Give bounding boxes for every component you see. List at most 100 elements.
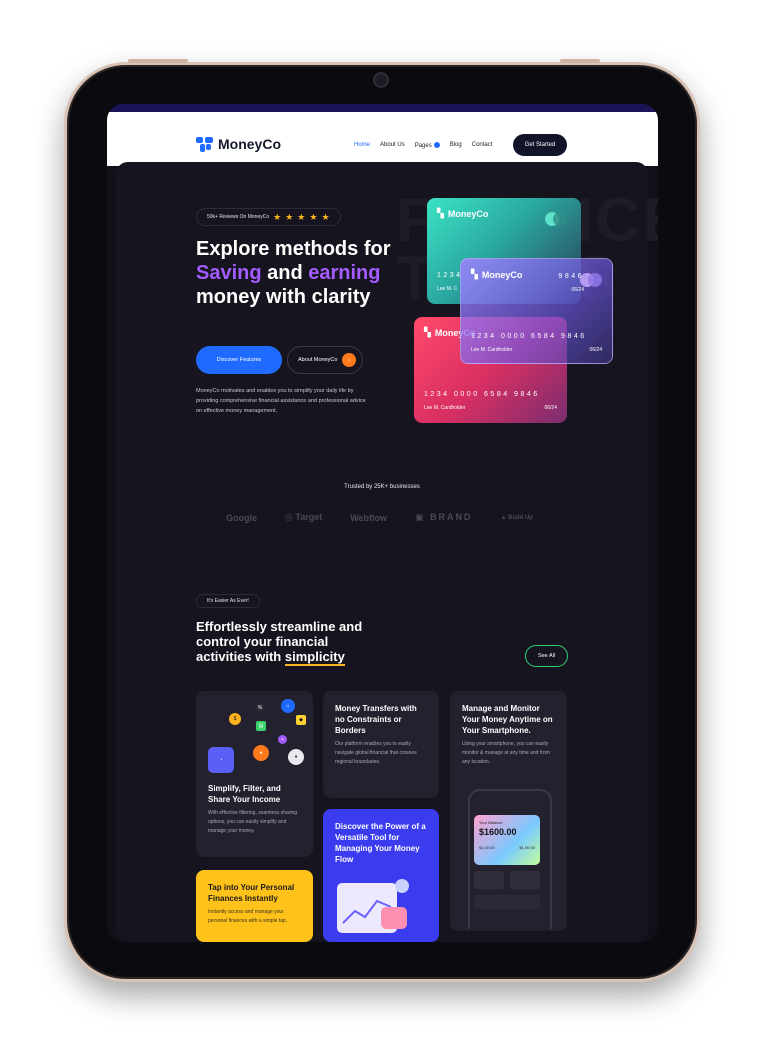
card-number: 1234 0000 6584 9846 bbox=[471, 333, 587, 340]
hero-section: FINANCE TOOLS 50k+ Reviews On MoneyCo ★ … bbox=[116, 162, 658, 942]
nav-item-blog[interactable]: Blog bbox=[450, 142, 462, 149]
google-logo: Google bbox=[226, 512, 257, 523]
buildup-logo-text: Build Up bbox=[508, 514, 533, 521]
card-holder: Lee M. C bbox=[437, 286, 458, 292]
card-number: 1234 bbox=[437, 272, 463, 279]
feature-card-smartphone[interactable]: Manage and Monitor Your Money Anytime on… bbox=[450, 691, 567, 931]
partner-logos: Google ◎ Target Webflow ▣ BRAND ▲ Build … bbox=[226, 512, 533, 523]
section-badge: It's Easier As Ever! bbox=[196, 594, 260, 608]
screen: MoneyCo Home About Us Pages Blog Contact… bbox=[107, 104, 658, 942]
card-expiry: 06/24 bbox=[589, 347, 602, 353]
navbar: MoneyCo Home About Us Pages Blog Contact… bbox=[107, 112, 658, 166]
brand-logo-partner: ▣ BRAND bbox=[415, 512, 473, 522]
star-icon: ★ bbox=[321, 211, 330, 222]
credit-card-purple: ▚ MoneyCo 9846 06/24 1234 0000 6584 9846 … bbox=[460, 258, 613, 364]
tag-icon: ◆ bbox=[296, 715, 306, 725]
headline-highlight: Saving bbox=[196, 262, 262, 284]
card-network-icon bbox=[588, 273, 602, 287]
phone-widget bbox=[510, 871, 540, 889]
document-icon: ▤ bbox=[256, 721, 266, 731]
feature-title: Discover the Power of a Versatile Tool f… bbox=[335, 822, 426, 864]
get-started-button[interactable]: Get Started bbox=[513, 134, 567, 156]
hero-description: MoneyCo motivates and enables you to sim… bbox=[196, 388, 366, 414]
target-logo-text: Target bbox=[295, 512, 323, 522]
trusted-label: Trusted by 25K+ businesses bbox=[344, 484, 420, 490]
card-expiry: 06/24 bbox=[544, 405, 557, 411]
feature-text: Instantly access and manage your persona… bbox=[208, 909, 288, 924]
moneyco-logo-icon bbox=[196, 136, 213, 152]
nav-item-contact[interactable]: Contact bbox=[472, 142, 493, 149]
feature-title: Tap into Your Personal Finances Instantl… bbox=[208, 883, 295, 903]
power-button bbox=[560, 59, 600, 63]
headline-part: money with clarity bbox=[196, 286, 371, 308]
top-strip bbox=[107, 104, 658, 112]
balance-card: Your Balance $1600.00 $1,00.00 $1,00.00 bbox=[474, 815, 540, 865]
camera-icon bbox=[373, 72, 389, 88]
star-icon: ★ bbox=[297, 211, 306, 222]
card-holder: Lee M. Cardholder bbox=[471, 347, 513, 353]
dot-icon: • bbox=[278, 735, 287, 744]
see-all-button[interactable]: See All bbox=[525, 645, 568, 667]
nav-item-home[interactable]: Home bbox=[354, 142, 370, 149]
balance-flows: $1,00.00 $1,00.00 bbox=[479, 845, 535, 850]
chevron-down-icon bbox=[433, 142, 440, 148]
brand-name: MoneyCo bbox=[218, 136, 281, 152]
section-title-highlight: simplicity bbox=[284, 649, 345, 666]
card-expiry: 06/24 bbox=[571, 287, 584, 293]
feature-title: Simplify, Filter, and Share Your Income bbox=[208, 784, 281, 804]
nav-menu: Home About Us Pages Blog Contact bbox=[354, 142, 492, 149]
feature-title: Manage and Monitor Your Money Anytime on… bbox=[462, 704, 553, 735]
balance-label: Your Balance bbox=[479, 820, 503, 825]
card-number: 9846 bbox=[558, 273, 584, 280]
balance-value: $1600.00 bbox=[479, 827, 517, 837]
arrow-right-icon: › bbox=[342, 353, 356, 367]
feature-card-simplify[interactable]: ◔ $ % ⌂ ▤ ◆ ● • ♦ Simplify, Filter, and … bbox=[196, 691, 313, 857]
headline-part: Explore methods for bbox=[196, 238, 391, 260]
pie-chart-icon: ◔ bbox=[208, 747, 234, 773]
target-logo: ◎ Target bbox=[285, 512, 323, 522]
card-logo-icon: ▚ bbox=[471, 269, 478, 279]
card-number: 1234 0000 6584 9846 bbox=[424, 391, 540, 398]
about-moneyco-button[interactable]: About MoneyCo › bbox=[287, 346, 363, 374]
card-logo-icon: ▚ bbox=[437, 208, 444, 218]
balance-in: $1,00.00 bbox=[479, 845, 495, 850]
balance-out: $1,00.00 bbox=[519, 845, 535, 850]
coin-icon: ● bbox=[253, 745, 269, 761]
nav-item-about[interactable]: About Us bbox=[380, 142, 405, 149]
headline-part: and bbox=[261, 262, 309, 284]
reviews-badge: 50k+ Reviews On MoneyCo ★ ★ ★ ★ ★ bbox=[196, 208, 341, 226]
phone-list-row bbox=[474, 895, 540, 909]
feature-card-versatile-tool[interactable]: Discover the Power of a Versatile Tool f… bbox=[323, 809, 439, 942]
feature-text: Our platform enables you to easily navig… bbox=[335, 741, 417, 765]
card-holder: Lee M. Cardholder bbox=[424, 405, 466, 411]
section-title: Effortlessly streamline and control your… bbox=[196, 619, 386, 666]
feature-text: Using your smartphone, you can easily mo… bbox=[462, 741, 550, 765]
feature-text: With effective filtering, seamless shari… bbox=[208, 810, 298, 834]
ethereum-icon: ♦ bbox=[288, 749, 304, 765]
webflow-logo: Webflow bbox=[350, 512, 388, 523]
bank-icon: ⌂ bbox=[281, 699, 295, 713]
card-brand: MoneyCo bbox=[481, 269, 523, 280]
feature-card-transfers[interactable]: Money Transfers with no Constraints or B… bbox=[323, 691, 439, 798]
buildup-logo: ▲ Build Up bbox=[500, 514, 533, 521]
brand-logo-text: BRAND bbox=[430, 512, 473, 522]
envelope-icon bbox=[381, 907, 407, 929]
headline-highlight: earning bbox=[308, 262, 381, 284]
nav-item-pages[interactable]: Pages bbox=[415, 142, 440, 149]
nav-item-pages-label: Pages bbox=[414, 143, 432, 149]
volume-button bbox=[128, 59, 188, 63]
card-brand: MoneyCo bbox=[447, 208, 489, 219]
about-label: About MoneyCo bbox=[298, 357, 338, 363]
card-network-icon bbox=[553, 212, 567, 226]
dollar-icon: $ bbox=[229, 713, 241, 725]
percent-icon: % bbox=[255, 703, 265, 713]
reviews-text: 50k+ Reviews On MoneyCo bbox=[207, 214, 270, 220]
hero-headline: Explore methods for Saving and earning m… bbox=[196, 237, 396, 309]
feature-card-tap-finances[interactable]: Tap into Your Personal Finances Instantl… bbox=[196, 870, 313, 942]
feature-title: Money Transfers with no Constraints or B… bbox=[335, 704, 417, 735]
discover-features-button[interactable]: Discover Features bbox=[196, 346, 282, 374]
star-icon: ★ bbox=[285, 211, 294, 222]
brand-logo[interactable]: MoneyCo bbox=[196, 136, 281, 152]
star-icon: ★ bbox=[273, 211, 282, 222]
star-icon: ★ bbox=[309, 211, 318, 222]
